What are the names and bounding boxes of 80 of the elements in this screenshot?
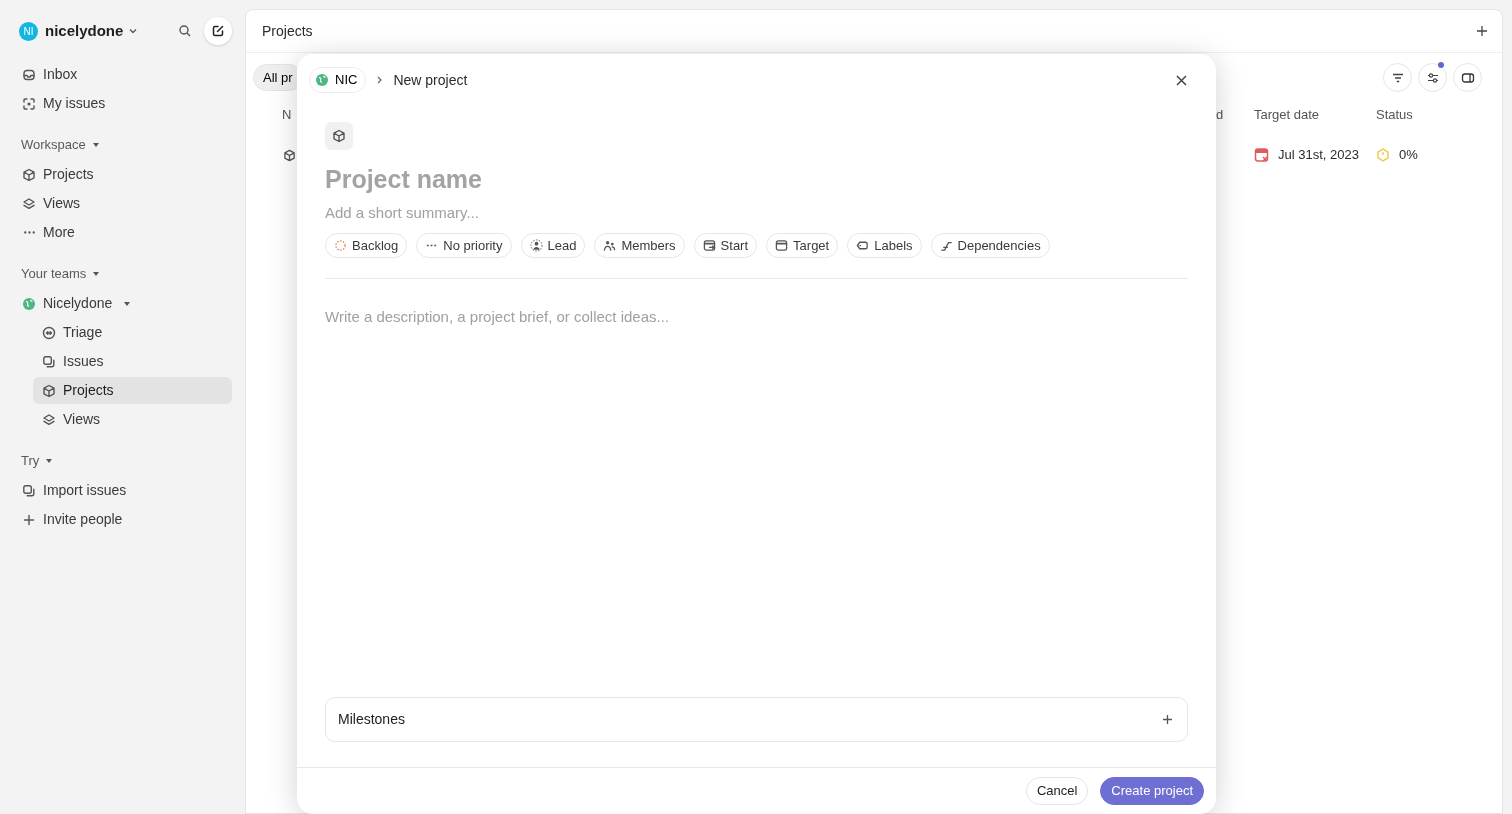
column-header: N xyxy=(282,107,292,123)
status-percent: 0% xyxy=(1399,146,1418,165)
chevron-down-icon xyxy=(128,26,139,36)
plus-icon xyxy=(22,512,36,527)
sliders-icon xyxy=(1425,70,1440,85)
dashed-circle-icon xyxy=(334,239,347,252)
caret-icon xyxy=(45,457,54,465)
tag-icon xyxy=(856,239,870,252)
column-header: Target date xyxy=(1254,106,1320,125)
steps-icon xyxy=(939,239,953,252)
caret-icon xyxy=(92,270,101,278)
project-icon-button[interactable] xyxy=(325,122,353,150)
focus-icon xyxy=(22,96,36,111)
squares-icon xyxy=(22,483,36,498)
globe-icon xyxy=(315,73,329,87)
sidebar-item[interactable]: Views xyxy=(13,190,232,217)
search-icon xyxy=(178,24,192,38)
section-header[interactable]: Your teams xyxy=(13,262,232,286)
create-button[interactable]: Create project xyxy=(1100,777,1204,805)
globe-icon xyxy=(22,296,36,311)
cube-icon xyxy=(42,383,56,398)
sidebar-item[interactable]: Triage xyxy=(33,319,232,346)
display-options-button[interactable] xyxy=(1418,63,1447,92)
sidebar-item[interactable]: Views xyxy=(33,406,232,433)
property-chip[interactable]: No priority xyxy=(416,233,512,258)
ellipsis-icon xyxy=(23,231,35,234)
calendar-overdue-icon xyxy=(1254,147,1270,163)
plus-icon xyxy=(1162,714,1173,725)
column-header: Status xyxy=(1376,106,1413,125)
arrows-circle-icon xyxy=(42,325,56,340)
layers-icon xyxy=(42,412,56,427)
sidebar-item[interactable]: Projects xyxy=(33,377,232,404)
milestones-title: Milestones xyxy=(338,710,405,729)
cube-icon xyxy=(283,148,296,162)
team-selector[interactable]: NIC xyxy=(309,67,367,93)
property-chip[interactable]: Backlog xyxy=(325,233,408,258)
property-chip[interactable]: Start xyxy=(693,233,758,258)
workspace-avatar: NI xyxy=(19,21,38,41)
squares-icon xyxy=(42,354,56,369)
panel-icon xyxy=(1460,70,1475,85)
person-dashed-icon xyxy=(529,239,543,252)
close-icon xyxy=(1175,73,1188,87)
sidebar-item[interactable]: Inbox xyxy=(13,61,232,88)
plus-icon xyxy=(1476,25,1488,37)
new-issue-button[interactable] xyxy=(204,17,232,45)
layers-icon xyxy=(22,196,36,211)
sidebar-item[interactable]: Issues xyxy=(33,348,232,375)
compose-icon xyxy=(211,24,225,38)
target-date: Jul 31st, 2023 xyxy=(1278,146,1359,165)
section-header[interactable]: Workspace xyxy=(13,133,232,157)
breadcrumb-title: New project xyxy=(393,70,468,90)
sidebar-item[interactable]: Invite people xyxy=(13,506,232,533)
search-button[interactable] xyxy=(178,24,192,38)
calendar-icon xyxy=(775,239,789,252)
property-chip[interactable]: Dependencies xyxy=(930,233,1050,258)
cube-icon xyxy=(22,167,36,182)
property-chip[interactable]: Lead xyxy=(520,233,586,258)
inbox-icon xyxy=(22,67,36,82)
sidebar-item[interactable]: Projects xyxy=(13,161,232,188)
cancel-button[interactable]: Cancel xyxy=(1025,777,1089,805)
close-button[interactable] xyxy=(1175,73,1188,87)
property-chip[interactable]: Members xyxy=(594,233,685,258)
workspace-switcher[interactable]: NI nicelydone xyxy=(19,19,139,43)
people-icon xyxy=(603,239,617,252)
filter-button[interactable] xyxy=(1383,63,1412,92)
sidebar-item[interactable]: Import issues xyxy=(13,477,232,504)
section-header[interactable]: Try xyxy=(13,449,232,473)
sidebar-item[interactable]: Nicelydone xyxy=(13,290,232,317)
sidebar-item[interactable]: My issues xyxy=(13,90,232,117)
property-chip[interactable]: Labels xyxy=(847,233,922,258)
hexagon-progress-icon xyxy=(1376,148,1390,162)
cube-icon xyxy=(332,129,346,143)
add-milestone-button[interactable] xyxy=(1162,714,1173,725)
column-header: d xyxy=(1216,107,1224,123)
caret-icon xyxy=(91,141,100,149)
add-button[interactable] xyxy=(1476,25,1488,37)
property-chip[interactable]: Target xyxy=(766,233,839,258)
page-title: Projects xyxy=(262,21,313,41)
panel-toggle-button[interactable] xyxy=(1453,63,1482,92)
sidebar-item[interactable]: More xyxy=(13,219,232,246)
